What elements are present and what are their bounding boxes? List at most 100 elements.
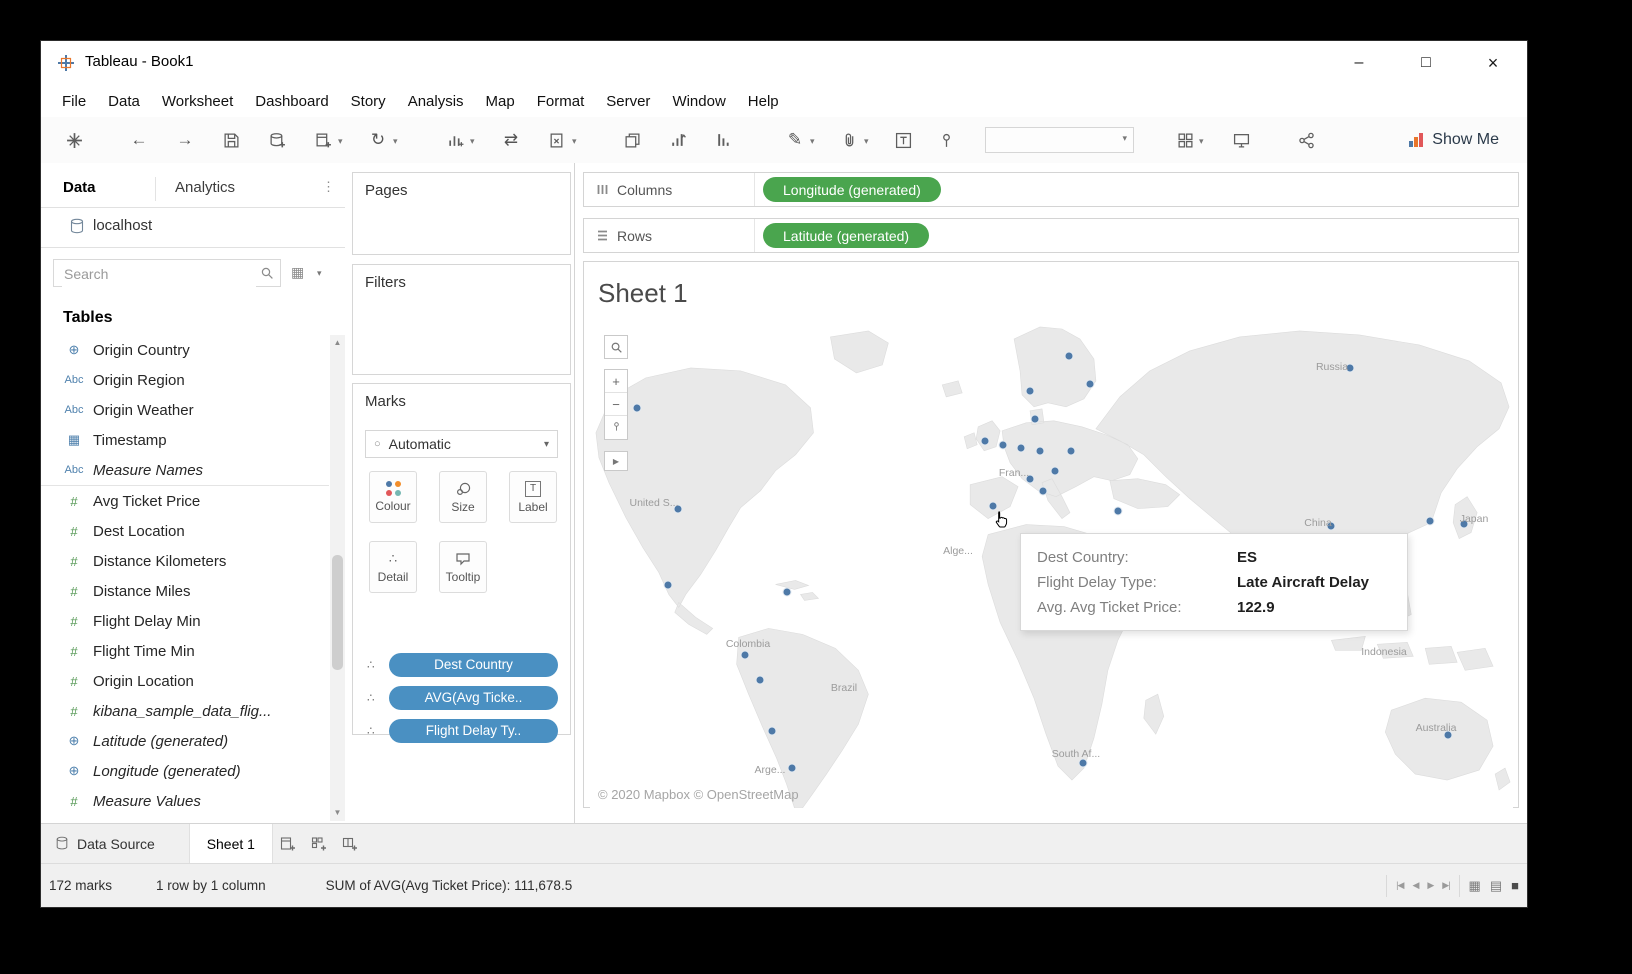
field-flight-time-min[interactable]: #Flight Time Min [41,636,329,666]
menu-dashboard[interactable]: Dashboard [244,93,339,110]
presentation-mode-button[interactable] [1228,127,1254,153]
nav-prev-icon[interactable]: ◀ [1412,880,1418,891]
map-mark-15[interactable] [1036,446,1045,455]
connection-row[interactable]: localhost [41,207,345,248]
map-mark-6[interactable] [768,727,777,736]
search-box[interactable] [53,259,281,287]
show-hide-cards-caret-icon[interactable]: ▾ [1199,136,1204,147]
map-mark-5[interactable] [756,676,765,685]
new-worksheet-tab-button[interactable] [273,824,304,863]
map-mark-10[interactable] [1026,386,1035,395]
tab-data-source[interactable]: Data Source [41,824,190,863]
field-longitude-generated[interactable]: ⊕Longitude (generated) [41,756,329,786]
new-story-tab-button[interactable] [335,824,366,863]
group-members-button[interactable] [836,127,862,153]
search-options-caret-icon[interactable]: ▾ [317,268,322,279]
refresh-dropdown-caret-icon[interactable]: ▾ [393,136,398,147]
menu-map[interactable]: Map [475,93,526,110]
sort-ascending-button[interactable] [665,127,691,153]
maximize-button[interactable]: □ [1403,41,1449,85]
rows-shelf[interactable]: Rows Latitude (generated) [583,218,1519,253]
scroll-up-icon[interactable]: ▲ [330,335,345,351]
tab-sheet-1[interactable]: Sheet 1 [190,824,273,863]
nav-next-icon[interactable]: ▶ [1427,880,1433,891]
map-controls-expand-icon[interactable]: ▶ [604,451,628,471]
filters-shelf[interactable]: Filters [352,264,571,375]
swap-rows-columns-button[interactable]: ⇄ [498,127,524,153]
highlight-button[interactable]: ✎ [782,127,808,153]
field-origin-region[interactable]: AbcOrigin Region [41,365,329,395]
refresh-data-button[interactable]: ↻ [365,127,391,153]
save-button[interactable] [218,127,244,153]
menu-server[interactable]: Server [595,93,661,110]
sort-descending-button[interactable] [711,127,737,153]
menu-window[interactable]: Window [661,93,736,110]
highlight-caret-icon[interactable]: ▾ [810,136,815,147]
nav-first-icon[interactable]: |◀ [1396,880,1403,891]
menu-worksheet[interactable]: Worksheet [151,93,244,110]
map-mark-11[interactable] [1031,414,1040,423]
menu-story[interactable]: Story [340,93,397,110]
map-mark-17[interactable] [1051,466,1060,475]
menu-data[interactable]: Data [97,93,151,110]
close-button[interactable]: × [1470,41,1516,85]
map-search-button[interactable] [604,335,628,359]
field-flight-delay-min[interactable]: #Flight Delay Min [41,606,329,636]
redo-button[interactable]: → [172,127,198,153]
menu-format[interactable]: Format [526,93,596,110]
field-distance-miles[interactable]: #Distance Miles [41,576,329,606]
field-avg-ticket-price[interactable]: #Avg Ticket Price [41,486,329,516]
map-mark-4[interactable] [741,651,750,660]
field-timestamp[interactable]: ▦Timestamp [41,425,329,455]
zoom-in-button[interactable]: + [605,370,627,393]
run-update-button[interactable] [442,127,468,153]
new-data-source-button[interactable] [264,127,290,153]
map-pin-button[interactable] [605,416,627,439]
minimize-button[interactable]: – [1336,41,1382,85]
pane-options-icon[interactable]: ⋮ [322,179,335,195]
show-me-button[interactable]: Show Me [1408,127,1499,153]
pill-longitude-generated[interactable]: Longitude (generated) [763,177,941,202]
map-mark-8[interactable] [1065,351,1074,360]
map-mark-14[interactable] [1017,443,1026,452]
map-mark-2[interactable] [664,581,673,590]
view-solid-icon[interactable]: ■ [1511,878,1519,893]
pages-shelf[interactable]: Pages [352,172,571,255]
show-mark-labels-button[interactable] [890,127,916,153]
menu-analysis[interactable]: Analysis [397,93,475,110]
map-mark-3[interactable] [783,588,792,597]
field-distance-kilometers[interactable]: #Distance Kilometers [41,546,329,576]
clear-sheet-caret-icon[interactable]: ▾ [572,136,577,147]
field-dest-location[interactable]: #Dest Location [41,516,329,546]
field-measure-names[interactable]: AbcMeasure Names [41,455,329,486]
pill-latitude-generated[interactable]: Latitude (generated) [763,223,929,248]
size-button[interactable]: Size [439,471,487,523]
share-button[interactable] [1293,127,1319,153]
search-input[interactable] [62,261,256,287]
map-mark-13[interactable] [999,440,1008,449]
pill-dest-country[interactable]: Dest Country [389,653,558,677]
nav-last-icon[interactable]: ▶| [1442,880,1449,891]
map-mark-21[interactable] [1114,506,1123,515]
run-update-caret-icon[interactable]: ▾ [470,136,475,147]
field-list-scrollbar[interactable]: ▲ ▼ [330,335,345,821]
tab-analytics[interactable]: Analytics [175,179,235,196]
field-kibana-sample-data-flig[interactable]: #kibana_sample_data_flig... [41,696,329,726]
map-mark-7[interactable] [788,764,797,773]
scrollbar-thumb[interactable] [332,555,343,670]
field-measure-values[interactable]: #Measure Values [41,786,329,816]
tooltip-button[interactable]: Tooltip [439,541,487,593]
duplicate-button[interactable] [619,127,645,153]
start-page-logo-icon[interactable] [61,127,87,153]
fit-selector[interactable]: ▾ [985,127,1134,153]
new-worksheet-button[interactable] [310,127,336,153]
view-as-grid-icon[interactable]: ▦ [291,264,304,281]
fix-axes-button[interactable] [933,127,959,153]
map-mark-19[interactable] [1039,486,1048,495]
label-button[interactable]: T Label [509,471,557,523]
map-canvas[interactable]: United S...ColombiaBrazilArge...Alge...F… [590,323,1513,808]
columns-shelf[interactable]: Columns Longitude (generated) [583,172,1519,207]
map-mark-9[interactable] [1086,379,1095,388]
clear-sheet-button[interactable] [543,127,569,153]
pill-avg-ticket-price[interactable]: AVG(Avg Ticke.. [389,686,558,710]
